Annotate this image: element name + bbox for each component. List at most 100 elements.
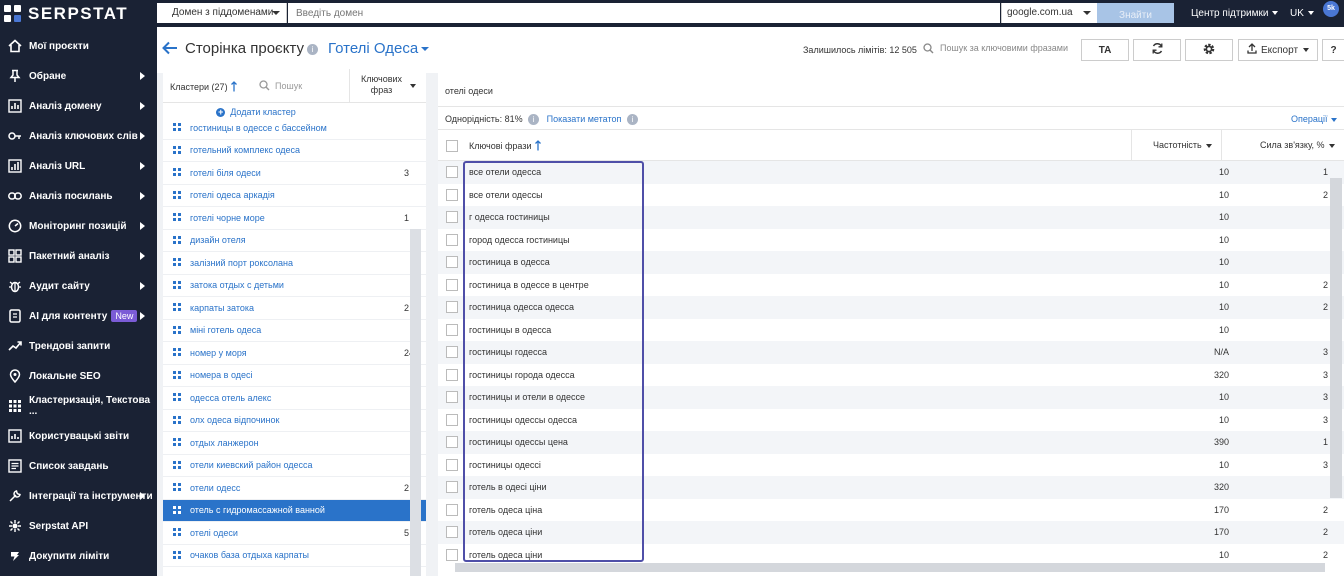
sidebar-item-buy-limits[interactable]: Докупити ліміти xyxy=(0,541,157,571)
table-row[interactable]: гостиницы годесса N/A 3 xyxy=(438,341,1344,364)
row-checkbox[interactable] xyxy=(446,391,458,403)
refresh-button[interactable] xyxy=(1133,39,1181,61)
cluster-list-item[interactable]: гостиницы в одессе с бассейном xyxy=(163,117,426,140)
row-checkbox[interactable] xyxy=(446,323,458,336)
clusters-title[interactable]: Кластери (27) xyxy=(170,81,237,94)
row-checkbox[interactable] xyxy=(446,346,458,358)
sidebar-item-backlink-analysis[interactable]: Аналіз посилань xyxy=(0,181,157,211)
strength-column-header[interactable]: Сила зв'язку, % xyxy=(1221,130,1344,162)
row-checkbox[interactable] xyxy=(446,458,458,471)
sidebar-item-integrations[interactable]: Інтеграції та інструменти xyxy=(0,481,157,511)
user-avatar[interactable]: 5k xyxy=(1323,1,1339,17)
cluster-name-field[interactable]: отелі одеси xyxy=(438,69,1344,107)
sidebar-item-rank-tracking[interactable]: Моніторинг позицій xyxy=(0,211,157,241)
cluster-list-item[interactable]: турбаза одесской области xyxy=(163,567,426,572)
table-row[interactable]: готель одеса ціни 10 2 xyxy=(438,544,1344,566)
sidebar-item-my-projects[interactable]: Мої проєкти xyxy=(0,31,157,61)
ta-button[interactable]: TA xyxy=(1081,39,1129,61)
cluster-list-item[interactable]: отели одесс 2 xyxy=(163,477,426,500)
keyword-count-column-header[interactable]: Ключових фраз xyxy=(349,69,426,103)
sidebar-item-keyword-analysis[interactable]: Аналіз ключових слів xyxy=(0,121,157,151)
cluster-list-item[interactable]: олх одеса відпочинок xyxy=(163,410,426,432)
keyword-cell[interactable]: гостиницы в одесса xyxy=(469,325,551,335)
table-row[interactable]: гостиницы города одесса 320 3 xyxy=(438,364,1344,387)
info-icon[interactable]: i xyxy=(626,114,638,126)
keyword-cell[interactable]: все отели одесса xyxy=(469,167,541,177)
cluster-list-item[interactable]: готельний комплекс одеса xyxy=(163,140,426,162)
cluster-list-item[interactable]: готелі біля одеси 3 xyxy=(163,162,426,185)
row-checkbox[interactable] xyxy=(446,436,458,448)
sidebar-item-ai-content[interactable]: AI для контенту New xyxy=(0,301,157,331)
table-row[interactable]: все отели одесса 10 1 xyxy=(438,161,1344,184)
table-row[interactable]: гостиницы одессі 10 3 xyxy=(438,454,1344,477)
keyword-cell[interactable]: готель одеса ціна xyxy=(469,505,542,515)
info-icon[interactable]: i xyxy=(528,114,540,126)
table-vertical-scrollbar[interactable] xyxy=(1330,178,1342,498)
cluster-list-item[interactable]: номер у моря 24 xyxy=(163,342,426,365)
table-row[interactable]: все отели одессы 10 2 xyxy=(438,184,1344,207)
keyword-cell[interactable]: гостиница одесса одесса xyxy=(469,302,574,312)
keyword-cell[interactable]: гостиницы и отели в одессе xyxy=(469,392,585,402)
cluster-list-item[interactable]: карпаты затока 2 xyxy=(163,297,426,320)
sidebar-item-batch-analysis[interactable]: Пакетний аналіз xyxy=(0,241,157,271)
cluster-list-item[interactable]: готелі одеса аркадія xyxy=(163,185,426,207)
sidebar-item-favorites[interactable]: Обране xyxy=(0,61,157,91)
frequency-column-header[interactable]: Частотність xyxy=(1131,130,1221,162)
find-button[interactable]: Знайти xyxy=(1097,3,1174,23)
table-horizontal-scrollbar[interactable] xyxy=(455,563,1325,572)
cluster-list-scrollbar[interactable] xyxy=(410,229,421,576)
sidebar-item-domain-analysis[interactable]: Аналіз домену xyxy=(0,91,157,121)
cluster-list-item[interactable]: одесса отель алекс xyxy=(163,387,426,410)
table-row[interactable]: гостиница в одессе в центре 10 2 xyxy=(438,274,1344,297)
cluster-list-item[interactable]: отелі одеси 5 xyxy=(163,522,426,545)
table-row[interactable]: гостиницы в одесса 10 xyxy=(438,319,1344,342)
keyword-search-input[interactable]: Пошук за ключовими фразами xyxy=(923,43,1071,59)
cluster-list-item[interactable]: отели киевский район одесса xyxy=(163,455,426,477)
project-select[interactable]: Готелі Одеса xyxy=(328,40,430,57)
keyword-cell[interactable]: гостиницы одессы одесса xyxy=(469,415,577,425)
row-checkbox[interactable] xyxy=(446,413,458,426)
back-arrow-icon[interactable] xyxy=(162,41,178,55)
table-row[interactable]: гостиницы и отели в одессе 10 3 xyxy=(438,386,1344,409)
cluster-list-item[interactable]: отдых ланжерон xyxy=(163,432,426,455)
sidebar-item-url-analysis[interactable]: Аналіз URL xyxy=(0,151,157,181)
keyword-cell[interactable]: готель одеса ціни xyxy=(469,550,542,560)
cluster-list-item[interactable]: затока отдых с детьми xyxy=(163,275,426,297)
row-checkbox[interactable] xyxy=(446,368,458,381)
keyword-cell[interactable]: город одесса гостиницы xyxy=(469,235,570,245)
row-checkbox[interactable] xyxy=(446,188,458,201)
row-checkbox[interactable] xyxy=(446,256,458,268)
row-checkbox[interactable] xyxy=(446,233,458,246)
table-row[interactable]: готель одеса ціни 170 2 xyxy=(438,521,1344,544)
cluster-list-item[interactable]: міні готель одеса xyxy=(163,320,426,342)
table-row[interactable]: город одесса гостиницы 10 xyxy=(438,229,1344,252)
domain-input[interactable] xyxy=(288,3,1000,23)
row-checkbox[interactable] xyxy=(446,278,458,291)
cluster-list-item[interactable]: очаков база отдыха карпаты xyxy=(163,545,426,567)
sidebar-item-task-list[interactable]: Список завдань xyxy=(0,451,157,481)
row-checkbox[interactable] xyxy=(446,481,458,493)
table-row[interactable]: г одесса гостиницы 10 xyxy=(438,206,1344,229)
keyword-cell[interactable]: гостиницы одессы цена xyxy=(469,437,568,447)
sidebar-item-custom-reports[interactable]: Користувацькі звіти xyxy=(0,421,157,451)
domain-scope-select[interactable]: Домен з піддоменами xyxy=(157,3,287,23)
keyword-cell[interactable]: гостиницы города одесса xyxy=(469,370,575,380)
cluster-list-item[interactable]: номера в одесі xyxy=(163,365,426,387)
cluster-search-input[interactable]: Пошук xyxy=(259,80,302,91)
table-row[interactable]: гостиницы одессы одесса 10 3 xyxy=(438,409,1344,432)
operations-menu[interactable]: Операції xyxy=(1291,114,1337,124)
select-all-checkbox[interactable] xyxy=(446,140,458,152)
keyword-cell[interactable]: все отели одессы xyxy=(469,190,543,200)
row-checkbox[interactable] xyxy=(446,503,458,516)
sidebar-item-site-audit[interactable]: Аудит сайту xyxy=(0,271,157,301)
keyword-cell[interactable]: гостиницы одессі xyxy=(469,460,541,470)
cluster-list-item[interactable]: дизайн отеля xyxy=(163,230,426,252)
sidebar-item-local-seo[interactable]: Локальне SEO xyxy=(0,361,157,391)
language-select[interactable]: UK xyxy=(1290,8,1314,19)
help-button[interactable]: ? xyxy=(1322,39,1344,61)
support-center-menu[interactable]: Центр підтримки xyxy=(1191,8,1279,19)
row-checkbox[interactable] xyxy=(446,211,458,223)
sidebar-item-api[interactable]: Serpstat API xyxy=(0,511,157,541)
cluster-list-item[interactable]: залізний порт роксолана xyxy=(163,252,426,275)
table-row[interactable]: готель в одесі ціни 320 xyxy=(438,476,1344,499)
